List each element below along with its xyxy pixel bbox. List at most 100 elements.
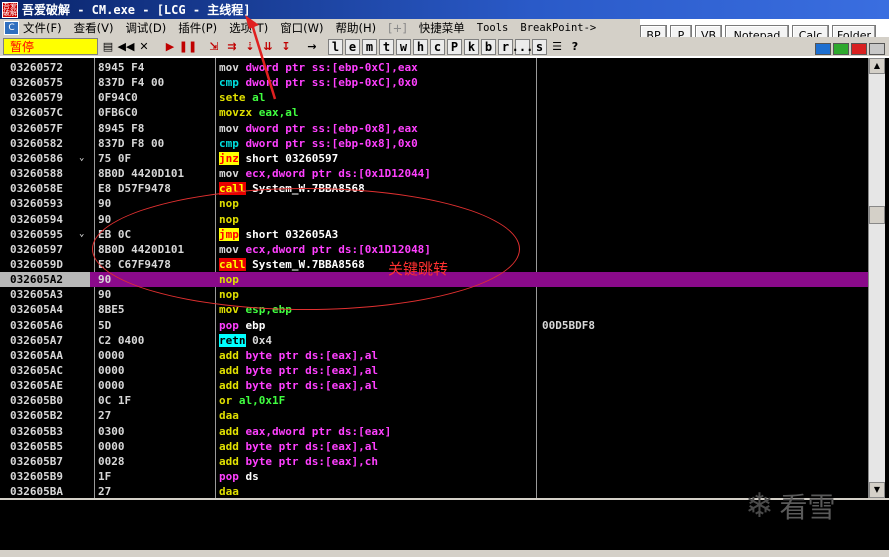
scroll-up-icon[interactable]: ▲ (869, 58, 885, 74)
debug-toolbar: 暂停 ▤ ◀◀ ✕ ▶ ❚❚ ⇲ ⇉ ⇣ ⇊ ↧ → l e m t w h c… (0, 37, 889, 56)
disasm-row[interactable]: 032605B5 0000 add byte ptr ds:[eax],al (0, 439, 868, 454)
row-disassembly: retn 0x4 (219, 333, 535, 348)
breakpoints-button[interactable]: b (481, 38, 496, 55)
help-icon[interactable]: ? (567, 38, 583, 55)
mnemonic: add (219, 379, 239, 393)
source-button[interactable]: s (532, 38, 547, 55)
list-icon[interactable]: ☰ (549, 38, 565, 55)
cpu-button[interactable]: c (430, 38, 445, 55)
disasm-row[interactable]: 032605B7 0028 add byte ptr ds:[eax],ch (0, 454, 868, 469)
menu-tools[interactable]: Tools (477, 22, 509, 34)
window-title: 吾爱破解 - CM.exe - [LCG - 主线程] (22, 3, 251, 17)
row-address: 0326057C (10, 106, 63, 120)
operands: byte ptr ds:[eax],ch (245, 454, 378, 468)
minimize-icon[interactable] (815, 43, 831, 55)
row-hex: 27 (98, 485, 112, 499)
handles-button[interactable]: h (413, 38, 428, 55)
executable-modules-button[interactable]: e (345, 38, 360, 55)
row-address: 03260575 (10, 76, 63, 90)
disasm-row[interactable]: 03260588 8B0D 4420D101 mov ecx,dword ptr d… (0, 166, 868, 181)
disasm-row[interactable]: 0326057C 0FB6C0 movzx eax,al (0, 105, 868, 120)
disasm-row[interactable]: 032605B0 0C 1F or al,0x1F (0, 393, 868, 408)
app-icon[interactable]: 吾爱破解 (2, 1, 18, 18)
status-bar (0, 550, 889, 557)
row-comment: 00D5BDF8 (542, 318, 595, 332)
menu-shortcuts[interactable]: 快捷菜单 (419, 20, 465, 36)
row-hex: 8945 F8 (98, 121, 145, 135)
row-address: 032605A4 (10, 303, 63, 317)
disasm-row[interactable]: 032605AC 0000 add byte ptr ds:[eax],al (0, 363, 868, 378)
operands: byte ptr ds:[eax],al (245, 439, 378, 453)
menu-debug[interactable]: 调试(D) (125, 20, 166, 36)
row-address: 032605B0 (10, 394, 63, 408)
row-address: 03260594 (10, 212, 63, 226)
close-icon[interactable]: ✕ (136, 38, 152, 55)
mnemonic: add (219, 439, 239, 453)
mnemonic: mov (219, 121, 239, 135)
disasm-row[interactable]: 032605B2 27 daa (0, 408, 868, 423)
row-hex: 0000 (98, 439, 125, 453)
row-address: 03260595 (10, 227, 63, 241)
restart-icon[interactable]: ◀◀ (118, 38, 134, 55)
disassembly-pane[interactable]: 03260572 8945 F4 mov dword ptr ss:[ebp-0xC… (0, 58, 889, 498)
disasm-row[interactable]: 0326058E E8 D57F9478 call System_W.7BBA856… (0, 181, 868, 196)
disasm-row[interactable]: 03260575 837D F4 00 cmp dword ptr ss:[ebp-… (0, 75, 868, 90)
restore-icon[interactable] (833, 43, 849, 55)
operands: byte ptr ds:[eax],al (245, 348, 378, 362)
disasm-row[interactable]: 03260572 8945 F4 mov dword ptr ss:[ebp-0xC… (0, 60, 868, 75)
disasm-row[interactable]: 032605AE 0000 add byte ptr ds:[eax],al (0, 378, 868, 393)
call-stack-button[interactable]: k (464, 38, 479, 55)
row-address: 032605B7 (10, 454, 63, 468)
threads-button[interactable]: t (379, 38, 394, 55)
window-close-icon[interactable] (851, 43, 867, 55)
disasm-row[interactable]: 032605A4 8BE5 mov esp,ebp (0, 302, 868, 317)
mnemonic: add (219, 454, 239, 468)
mnemonic: add (219, 364, 239, 377)
row-hex: 8945 F4 (98, 61, 145, 74)
memory-map-button[interactable]: m (362, 38, 377, 55)
operands: eax,dword ptr ds:[eax] (245, 424, 392, 438)
open-icon[interactable]: ▤ (100, 38, 116, 55)
menu-view[interactable]: 查看(V) (74, 20, 114, 36)
row-disassembly: movzx eax,al (219, 105, 535, 120)
disasm-row[interactable]: 032605AA 0000 add byte ptr ds:[eax],al (0, 348, 868, 363)
mnemonic: cmp (219, 136, 239, 150)
patches-button[interactable]: P (447, 38, 462, 55)
step-into-icon[interactable]: ⇲ (206, 38, 222, 55)
mnemonic: daa (219, 485, 239, 499)
row-address: 032605B3 (10, 424, 63, 438)
run-trace-button[interactable]: ... (512, 38, 533, 55)
run-icon[interactable]: ▶ (162, 38, 178, 55)
row-hex: 75 0F (98, 151, 132, 165)
operands: ds (245, 470, 259, 484)
disasm-row[interactable]: 03260586 ⌄ 75 0F jnz short 03260597 (0, 151, 868, 166)
vertical-scrollbar[interactable]: ▲ ▼ (868, 58, 885, 498)
mnemonic: movzx (219, 106, 253, 120)
operands: byte ptr ds:[eax],al (245, 379, 378, 393)
scroll-down-icon[interactable]: ▼ (869, 482, 885, 498)
row-disassembly: add byte ptr ds:[eax],al (219, 378, 535, 393)
pause-icon[interactable]: ❚❚ (179, 38, 197, 55)
system-menu-icon[interactable]: C (4, 21, 19, 35)
menu-expand[interactable]: [+] (388, 21, 407, 35)
disasm-row[interactable]: 03260579 0F94C0 sete al (0, 90, 868, 105)
menu-breakpoint[interactable]: BreakPoint-> (520, 22, 596, 34)
windows-button[interactable]: w (396, 38, 411, 55)
snowflake-icon: ❄ (745, 486, 774, 526)
disasm-row[interactable]: 032605B9 1F pop ds (0, 469, 868, 484)
menu-plugins[interactable]: 插件(P) (178, 20, 217, 36)
disasm-row[interactable]: 032605B3 0300 add eax,dword ptr ds:[eax] (0, 424, 868, 439)
disasm-row[interactable]: 032605A6 5D pop ebp 00D5BDF8 (0, 318, 868, 333)
disasm-row[interactable]: 0326057F 8945 F8 mov dword ptr ss:[ebp-0x8… (0, 121, 868, 136)
log-window-button[interactable]: l (328, 38, 343, 55)
options-icon[interactable] (869, 43, 885, 55)
row-hex: 0F94C0 (98, 91, 138, 105)
scroll-thumb[interactable] (869, 206, 885, 224)
row-address: 032605B2 (10, 409, 63, 423)
disasm-row[interactable]: 03260582 837D F8 00 cmp dword ptr ss:[ebp-… (0, 136, 868, 151)
goto-icon[interactable]: → (304, 38, 320, 55)
disasm-row[interactable]: 032605A7 C2 0400 retn 0x4 (0, 333, 868, 348)
menu-file[interactable]: 文件(F) (23, 20, 62, 36)
menu-help[interactable]: 帮助(H) (336, 20, 377, 36)
step-over-icon[interactable]: ⇉ (224, 38, 240, 55)
